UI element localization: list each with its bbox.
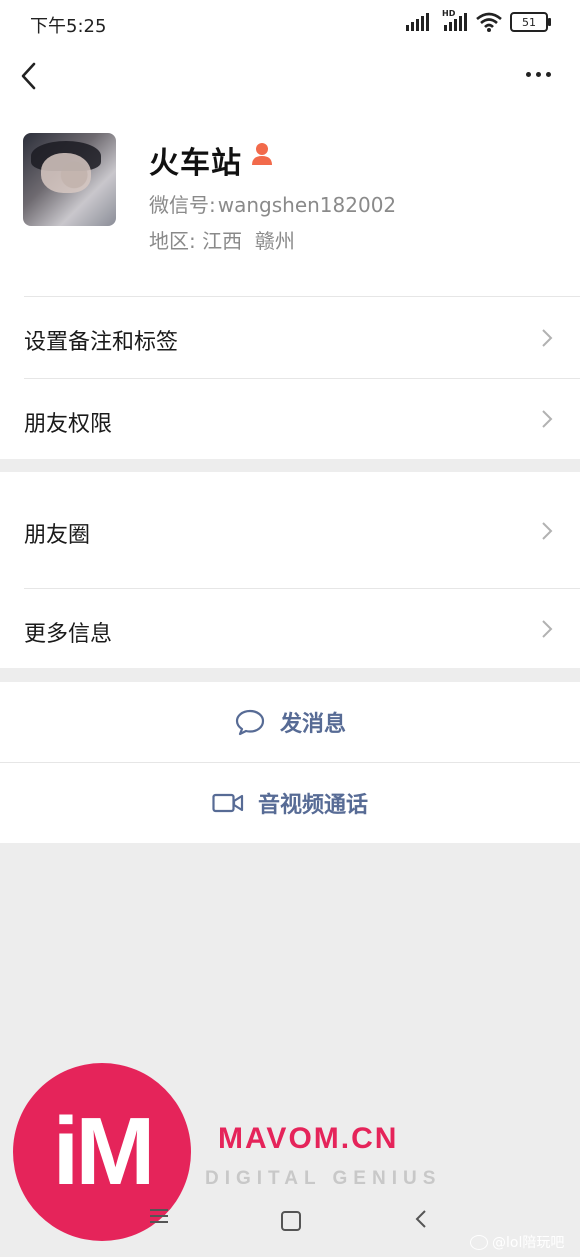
menu-item-label: 朋友权限 bbox=[24, 412, 113, 437]
battery-icon: 51 bbox=[510, 12, 551, 32]
back-button[interactable] bbox=[16, 60, 44, 92]
send-message-label: 发消息 bbox=[279, 712, 346, 737]
wechat-id: 微信号: wangshen182002 bbox=[149, 189, 396, 218]
cellular-signal-icon bbox=[406, 13, 429, 31]
chevron-right-icon bbox=[542, 522, 553, 540]
wifi-icon bbox=[476, 12, 502, 32]
menu-item-label: 更多信息 bbox=[24, 622, 113, 647]
watermark-logo-text: iM bbox=[52, 1098, 156, 1205]
chevron-right-icon bbox=[542, 410, 553, 428]
weibo-icon bbox=[470, 1234, 488, 1250]
chat-bubble-icon bbox=[235, 709, 265, 736]
region: 地区: 江西 赣州 bbox=[149, 225, 295, 254]
hd-label: HD bbox=[442, 9, 456, 18]
video-call-button[interactable]: 音视频通话 bbox=[0, 763, 580, 843]
region-value: 江西 赣州 bbox=[202, 229, 295, 253]
video-camera-icon bbox=[212, 793, 244, 813]
system-back-icon[interactable] bbox=[414, 1208, 428, 1230]
wechat-id-label: 微信号: bbox=[149, 193, 216, 217]
status-icons: HD 51 bbox=[406, 9, 551, 32]
hd-signal-icon: HD bbox=[440, 9, 468, 31]
watermark-tagline: DIGITAL GENIUS bbox=[205, 1168, 442, 1189]
weibo-handle: @lol陪玩吧 bbox=[492, 1235, 565, 1251]
send-message-button[interactable]: 发消息 bbox=[0, 682, 580, 762]
female-gender-icon bbox=[252, 143, 272, 165]
more-dot-icon bbox=[545, 71, 551, 77]
nickname: 火车站 bbox=[149, 146, 242, 181]
menu-item-label: 设置备注和标签 bbox=[24, 330, 179, 355]
status-time: 下午5:25 bbox=[30, 16, 107, 37]
avatar[interactable] bbox=[23, 133, 116, 226]
watermark-weibo: @lol陪玩吧 bbox=[470, 1232, 564, 1252]
chevron-left-icon bbox=[21, 62, 36, 90]
battery-level: 51 bbox=[522, 15, 536, 29]
wechat-id-value: wangshen182002 bbox=[217, 193, 397, 217]
menu-item-label: 朋友圈 bbox=[24, 523, 91, 548]
system-home-button[interactable] bbox=[281, 1211, 301, 1231]
watermark-brand: MAVOM.CN bbox=[218, 1122, 399, 1155]
more-dot-icon bbox=[525, 71, 531, 77]
menu-item-remarks-tags[interactable]: 设置备注和标签 bbox=[0, 297, 580, 378]
menu-item-more-info[interactable]: 更多信息 bbox=[0, 589, 580, 668]
video-call-label: 音视频通话 bbox=[257, 793, 368, 818]
menu-item-friend-permissions[interactable]: 朋友权限 bbox=[0, 379, 580, 459]
menu-item-moments[interactable]: 朋友圈 bbox=[0, 472, 580, 588]
more-dot-icon bbox=[535, 71, 541, 77]
chevron-right-icon bbox=[542, 620, 553, 638]
more-options-button[interactable] bbox=[520, 64, 556, 84]
region-label: 地区: bbox=[149, 229, 196, 253]
system-menu-icon[interactable] bbox=[148, 1208, 170, 1224]
chevron-right-icon bbox=[542, 329, 553, 347]
